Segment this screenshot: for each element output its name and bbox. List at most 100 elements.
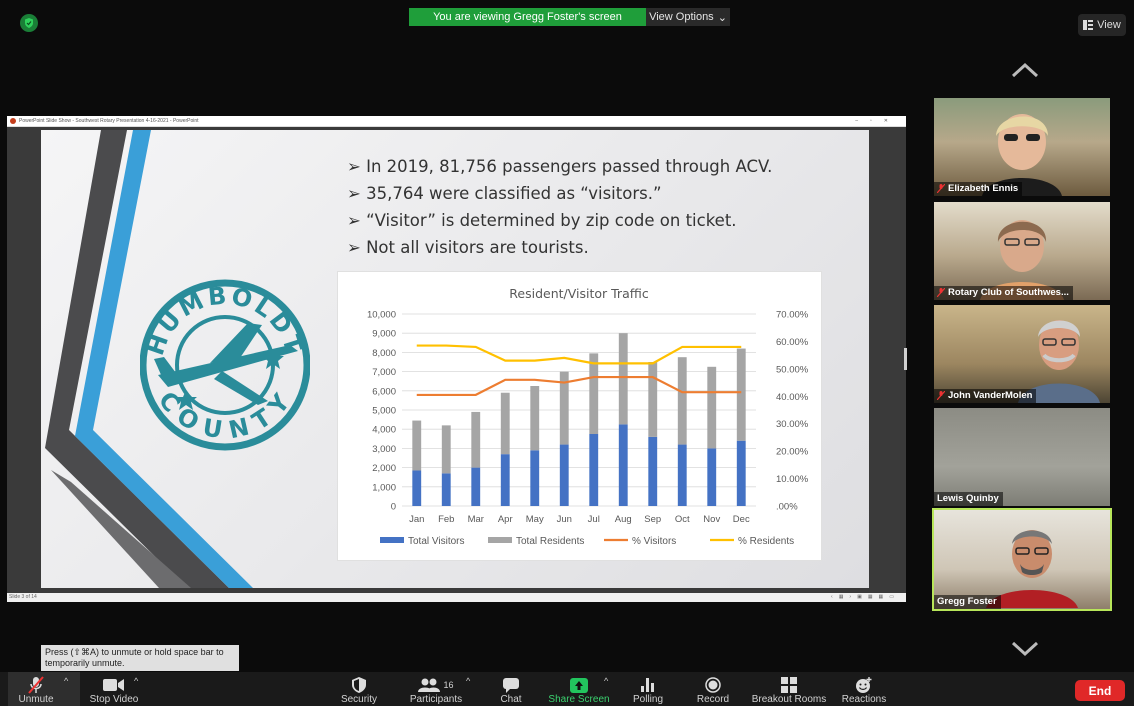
slide-bullet: ➢ “Visitor” is determined by zip code on… xyxy=(347,211,737,230)
grid-view-icon xyxy=(1083,20,1094,30)
bar-total-residents xyxy=(471,411,481,468)
bar-total-visitors xyxy=(412,470,422,506)
powerpoint-status-bar: Slide 3 of 14 ‹▦›▣▦▦▭ xyxy=(7,593,906,602)
y-left-tick-label: 3,000 xyxy=(372,444,396,455)
participants-caret-icon[interactable]: ^ xyxy=(466,676,470,686)
share-screen-button[interactable]: Share Screen xyxy=(546,672,612,706)
video-camera-icon xyxy=(103,679,124,691)
x-tick-label: Jan xyxy=(409,514,424,525)
x-tick-label: May xyxy=(526,514,544,525)
muted-mic-icon xyxy=(937,184,945,193)
bar-total-residents xyxy=(677,357,687,445)
participant-tile[interactable]: Elizabeth Ennis xyxy=(934,98,1110,196)
bar-total-residents xyxy=(707,366,717,449)
bar-total-residents xyxy=(530,386,540,451)
y-left-tick-label: 5,000 xyxy=(372,406,396,417)
scroll-down-chevron-icon[interactable] xyxy=(1005,634,1045,662)
bar-total-visitors xyxy=(618,424,628,506)
viewing-screen-text: You are viewing Gregg Foster's screen xyxy=(433,11,622,23)
window-controls[interactable]: –▫✕ xyxy=(855,116,900,126)
x-tick-label: Dec xyxy=(733,514,750,525)
security-shield-icon[interactable] xyxy=(20,14,38,32)
participant-tile[interactable]: John VanderMolen xyxy=(934,305,1110,403)
chart-right-axis: .00% 10.00% 20.00% 30.00% 40.00% 50.00% 60.00%… xyxy=(776,310,809,513)
record-button[interactable]: Record xyxy=(692,672,734,706)
unmute-hint-tooltip: Press (⇧⌘A) to unmute or hold space bar … xyxy=(41,645,239,671)
bar-total-residents xyxy=(589,353,599,434)
participant-name-label: Elizabeth Ennis xyxy=(934,182,1023,196)
bar-total-visitors xyxy=(648,436,658,506)
muted-mic-icon xyxy=(937,288,945,297)
legend-swatch xyxy=(488,537,512,543)
bar-total-visitors xyxy=(441,473,451,506)
security-button[interactable]: Security xyxy=(336,672,382,706)
reactions-button[interactable]: Reactions xyxy=(840,672,888,706)
x-tick-label: Jun xyxy=(557,514,572,525)
chart-title: Resident/Visitor Traffic xyxy=(509,286,649,301)
bar-total-residents xyxy=(412,420,422,471)
chart-left-axis: 0 1,000 2,000 3,000 4,000 5,000 6,000 7,000 8,00… xyxy=(367,310,396,513)
participant-name-label: Gregg Foster xyxy=(934,595,1001,609)
bar-total-visitors xyxy=(530,450,540,506)
legend-label: Total Residents xyxy=(516,536,584,547)
y-left-tick-label: 9,000 xyxy=(372,329,396,340)
chevron-down-icon: ⌄ xyxy=(717,11,727,24)
legend-swatch xyxy=(380,537,404,543)
x-tick-label: Apr xyxy=(498,514,513,525)
y-right-tick-label: 70.00% xyxy=(776,310,809,321)
y-right-tick-label: 50.00% xyxy=(776,364,809,375)
split-view-handle[interactable] xyxy=(904,348,907,370)
polling-button[interactable]: Polling xyxy=(628,672,668,706)
participant-tile-active-speaker[interactable]: Gregg Foster xyxy=(932,508,1112,611)
record-icon xyxy=(705,677,721,693)
y-left-tick-label: 8,000 xyxy=(372,348,396,359)
participant-name-label: Rotary Club of Southwes... xyxy=(934,286,1073,300)
bar-total-visitors xyxy=(500,454,510,506)
audio-options-caret-icon[interactable]: ^ xyxy=(64,676,68,686)
bar-total-visitors xyxy=(677,444,687,506)
bar-total-visitors xyxy=(736,440,746,506)
record-label: Record xyxy=(696,694,730,705)
participants-icon xyxy=(418,678,441,692)
legend-label: % Residents xyxy=(738,536,794,547)
view-layout-button[interactable]: View xyxy=(1078,14,1126,36)
end-meeting-button[interactable]: End xyxy=(1075,680,1125,701)
y-right-tick-label: 20.00% xyxy=(776,447,809,458)
breakout-rooms-label: Breakout Rooms xyxy=(751,694,827,705)
x-tick-label: Feb xyxy=(438,514,454,525)
participant-tile[interactable]: Lewis Quinby xyxy=(934,408,1110,506)
bar-total-visitors xyxy=(589,434,599,506)
bar-total-residents xyxy=(500,392,510,455)
participant-name-label: Lewis Quinby xyxy=(934,492,1003,506)
slide: ➢ In 2019, 81,756 passengers passed thro… xyxy=(41,130,869,588)
y-left-tick-label: 4,000 xyxy=(372,425,396,436)
legend-label: Total Visitors xyxy=(408,536,465,547)
video-options-caret-icon[interactable]: ^ xyxy=(134,676,138,686)
slideshow-controls[interactable]: ‹▦›▣▦▦▭ xyxy=(831,593,900,602)
x-tick-label: Oct xyxy=(675,514,690,525)
participants-button[interactable]: 16 Participants xyxy=(404,672,468,706)
scroll-up-chevron-icon[interactable] xyxy=(1005,56,1045,84)
bar-total-residents xyxy=(441,425,451,474)
legend-label: % Visitors xyxy=(632,536,676,547)
unmute-button[interactable]: Unmute xyxy=(14,672,58,706)
bar-total-visitors xyxy=(559,444,569,506)
y-left-tick-label: 2,000 xyxy=(372,463,396,474)
participant-tile[interactable]: Rotary Club of Southwes... xyxy=(934,202,1110,300)
y-right-tick-label: .00% xyxy=(776,502,798,513)
x-tick-label: Mar xyxy=(468,514,484,525)
share-screen-icon xyxy=(570,677,588,693)
stop-video-label: Stop Video xyxy=(89,694,139,705)
slide-bullet: ➢ 35,764 were classified as “visitors.” xyxy=(347,184,662,203)
slide-counter: Slide 3 of 14 xyxy=(9,594,37,600)
view-options-dropdown[interactable]: View Options ⌄ xyxy=(646,8,730,26)
breakout-rooms-button[interactable]: Breakout Rooms xyxy=(750,672,828,706)
y-right-tick-label: 30.00% xyxy=(776,419,809,430)
share-options-caret-icon[interactable]: ^ xyxy=(604,676,608,686)
chat-button[interactable]: Chat xyxy=(494,672,528,706)
participants-label: Participants xyxy=(409,694,463,705)
breakout-rooms-icon xyxy=(781,677,797,693)
x-tick-label: Jul xyxy=(588,514,600,525)
bar-total-visitors xyxy=(707,448,717,506)
x-tick-label: Aug xyxy=(615,514,632,525)
